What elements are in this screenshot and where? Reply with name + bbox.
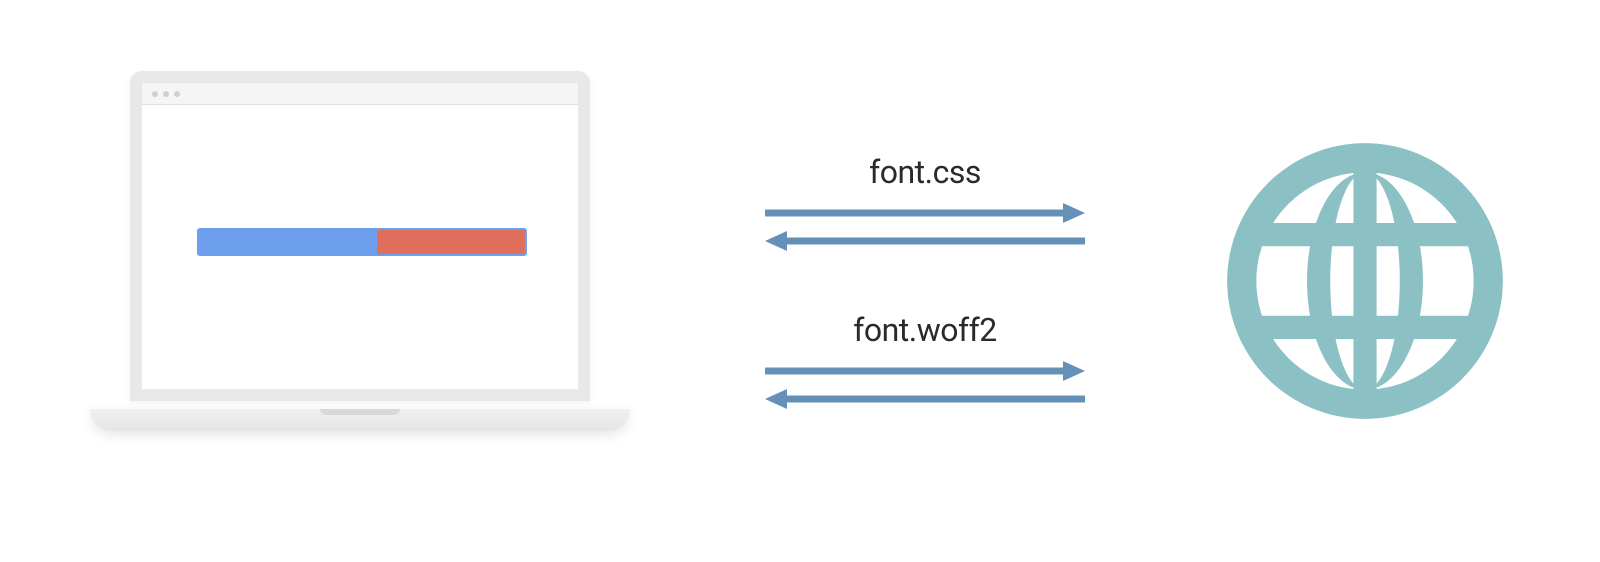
- window-control-dot: [163, 91, 169, 97]
- loading-pending-segment: [377, 230, 526, 254]
- request-group-css: font.css: [765, 153, 1085, 251]
- arrow-left-icon: [765, 389, 1085, 409]
- request-label: font.css: [869, 153, 981, 191]
- arrow-pair: [765, 361, 1085, 409]
- diagram-container: font.css font.woff2: [0, 0, 1600, 562]
- request-group-woff2: font.woff2: [765, 311, 1085, 409]
- laptop-notch: [320, 409, 400, 415]
- request-label: font.woff2: [853, 311, 996, 349]
- window-control-dot: [152, 91, 158, 97]
- loading-progress-bar: [197, 228, 527, 256]
- laptop-screen: [130, 71, 590, 401]
- window-control-dot: [174, 91, 180, 97]
- laptop-illustration: [90, 71, 630, 491]
- laptop-base: [90, 409, 630, 431]
- arrow-left-icon: [765, 231, 1085, 251]
- network-requests-section: font.css font.woff2: [670, 153, 1180, 409]
- globe-icon: [1220, 136, 1510, 426]
- arrow-right-icon: [765, 361, 1085, 381]
- arrow-right-icon: [765, 203, 1085, 223]
- arrow-pair: [765, 203, 1085, 251]
- browser-chrome: [142, 83, 578, 105]
